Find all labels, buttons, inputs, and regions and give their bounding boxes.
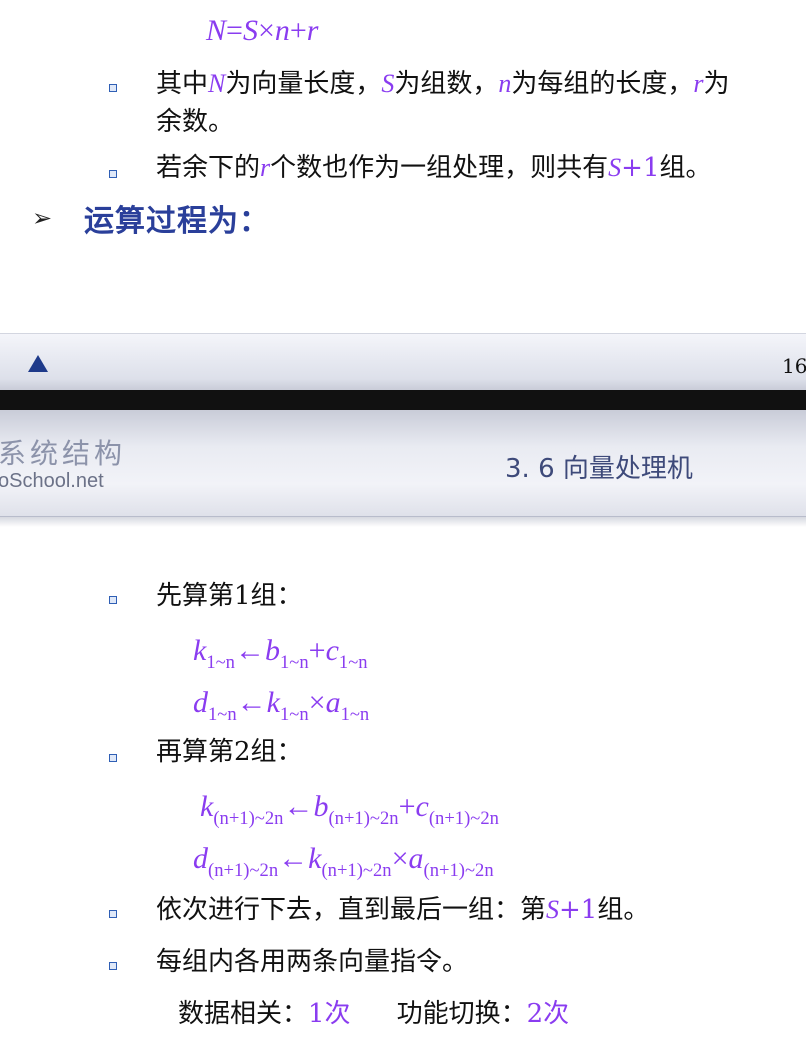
bullet-square-icon: [109, 962, 117, 970]
logo-url: oSchool.net: [0, 470, 104, 492]
section-title: 3. 6 向量处理机: [505, 454, 693, 484]
slide-divider: [0, 390, 806, 410]
bullet-square-icon: [109, 170, 117, 178]
section-heading: 运算过程为：: [84, 204, 270, 239]
logo-title: 系统结构: [0, 437, 127, 470]
bullet-definitions: 其中N为向量长度，S为组数，n为每组的长度，r为: [156, 69, 730, 99]
step4-text: 每组内各用两条向量指令。: [156, 947, 469, 977]
step1-equation-1: k1~n←b1~n+c1~n: [193, 634, 368, 674]
step1-equation-2: d1~n←k1~n×a1~n: [193, 686, 370, 726]
triangle-up-icon[interactable]: [28, 355, 48, 372]
page-number: 16: [782, 354, 806, 378]
stats-line: 数据相关：1次 功能切换：2次: [178, 999, 570, 1029]
bullet-square-icon: [109, 84, 117, 92]
step2-equation-2: d(n+1)~2n←k(n+1)~2n×a(n+1)~2n: [193, 842, 494, 882]
formula-main: N=S×n+r: [206, 14, 319, 47]
bullet-remainder: 若余下的r个数也作为一组处理，则共有S+1组。: [156, 153, 712, 183]
step2-equation-1: k(n+1)~2n←b(n+1)~2n+c(n+1)~2n: [200, 790, 499, 830]
step2-label: 再算第2组：: [156, 737, 303, 767]
header-shadow: [0, 517, 806, 527]
bullet-square-icon: [109, 754, 117, 762]
bullet-definitions-cont: 余数。: [156, 107, 235, 137]
bullet-square-icon: [109, 596, 117, 604]
bullet-square-icon: [109, 910, 117, 918]
slide-footer-bar: [0, 333, 806, 390]
arrow-bullet-icon: ➢: [32, 204, 53, 232]
step3-text: 依次进行下去，直到最后一组：第S+1组。: [156, 895, 650, 925]
step1-label: 先算第1组：: [156, 581, 303, 611]
